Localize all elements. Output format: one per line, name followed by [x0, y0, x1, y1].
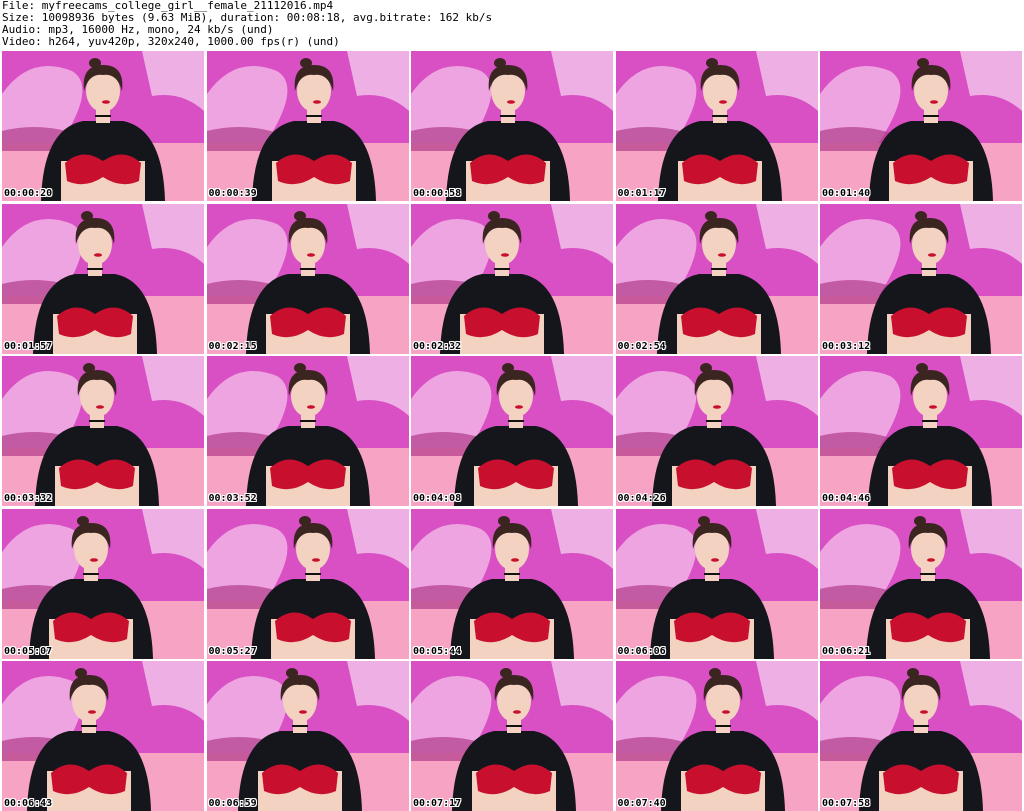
frame-thumbnail: 00:07:40: [615, 661, 818, 811]
frame-timestamp: 00:00:20: [4, 188, 53, 199]
frame-timestamp: 00:04:46: [822, 493, 871, 504]
frame-timestamp: 00:02:32: [413, 340, 462, 352]
frame-image: [615, 661, 818, 811]
frame-image: [615, 51, 818, 201]
frame-thumbnail: 00:04:26: [615, 356, 818, 506]
thumbnail-grid: 00:00:20 00:00:39 00:00:58 00:01:17 00:0…: [2, 51, 1022, 811]
frame-image: [206, 51, 409, 201]
frame-thumbnail: 00:00:58: [411, 51, 613, 201]
frame-timestamp: 00:04:26: [617, 493, 666, 504]
frame-timestamp: 00:05:27: [208, 645, 257, 657]
frame-timestamp: 00:02:15: [208, 340, 257, 352]
frame-thumbnail: 00:02:32: [411, 203, 613, 354]
frame-thumbnail: 00:02:54: [615, 203, 818, 354]
frame-timestamp: 00:07:58: [822, 798, 871, 809]
frame-thumbnail: 00:06:59: [206, 661, 409, 811]
frame-thumbnail: 00:00:20: [2, 51, 204, 201]
frame-image: [820, 356, 1022, 506]
frame-image: [820, 508, 1022, 659]
frame-timestamp: 00:01:40: [822, 188, 871, 199]
frame-image: [615, 508, 818, 659]
frame-thumbnail: 00:04:46: [820, 356, 1022, 506]
frame-thumbnail: 00:03:12: [820, 203, 1022, 354]
frame-thumbnail: 00:01:17: [615, 51, 818, 201]
frame-image: [2, 356, 204, 506]
frame-timestamp: 00:02:54: [617, 340, 666, 352]
frame-thumbnail: 00:02:15: [206, 203, 409, 354]
frame-image: [820, 661, 1022, 811]
frame-thumbnail: 00:01:57: [2, 203, 204, 354]
frame-timestamp: 00:06:43: [4, 798, 53, 809]
frame-timestamp: 00:03:12: [822, 340, 871, 352]
frame-image: [820, 203, 1022, 354]
frame-image: [411, 661, 613, 811]
frame-image: [206, 356, 409, 506]
frame-thumbnail: 00:00:39: [206, 51, 409, 201]
frame-thumbnail: 00:03:32: [2, 356, 204, 506]
frame-image: [615, 203, 818, 354]
frame-timestamp: 00:03:32: [4, 493, 53, 504]
frame-image: [820, 51, 1022, 201]
frame-timestamp: 00:03:52: [208, 493, 257, 504]
frame-timestamp: 00:00:39: [208, 188, 257, 199]
frame-image: [615, 356, 818, 506]
frame-timestamp: 00:07:17: [413, 798, 462, 809]
frame-thumbnail: 00:07:17: [411, 661, 613, 811]
frame-image: [2, 203, 204, 354]
frame-timestamp: 00:04:08: [413, 493, 462, 504]
frame-image: [206, 203, 409, 354]
frame-timestamp: 00:06:21: [822, 645, 871, 657]
frame-timestamp: 00:05:44: [413, 645, 462, 657]
frame-thumbnail: 00:05:27: [206, 508, 409, 659]
frame-image: [411, 508, 613, 659]
frame-timestamp: 00:05:07: [4, 645, 53, 657]
frame-timestamp: 00:00:58: [413, 188, 462, 199]
frame-image: [2, 51, 204, 201]
frame-image: [411, 203, 613, 354]
video-info-line: Video: h264, yuv420p, 320x240, 1000.00 f…: [2, 35, 340, 48]
frame-image: [2, 661, 204, 811]
frame-timestamp: 00:06:06: [617, 645, 666, 657]
frame-timestamp: 00:07:40: [617, 798, 666, 809]
frame-image: [411, 356, 613, 506]
frame-image: [411, 51, 613, 201]
frame-thumbnail: 00:05:44: [411, 508, 613, 659]
frame-timestamp: 00:01:57: [4, 340, 53, 352]
frame-thumbnail: 00:04:08: [411, 356, 613, 506]
frame-image: [2, 508, 204, 659]
frame-thumbnail: 00:01:40: [820, 51, 1022, 201]
frame-timestamp: 00:06:59: [208, 798, 257, 809]
frame-thumbnail: 00:03:52: [206, 356, 409, 506]
frame-thumbnail: 00:06:21: [820, 508, 1022, 659]
frame-timestamp: 00:01:17: [617, 188, 666, 199]
frame-thumbnail: 00:07:58: [820, 661, 1022, 811]
frame-thumbnail: 00:05:07: [2, 508, 204, 659]
file-info-header: File: myfreecams_college_girl__female_21…: [2, 0, 1022, 50]
frame-image: [206, 661, 409, 811]
frame-image: [206, 508, 409, 659]
frame-thumbnail: 00:06:06: [615, 508, 818, 659]
frame-thumbnail: 00:06:43: [2, 661, 204, 811]
